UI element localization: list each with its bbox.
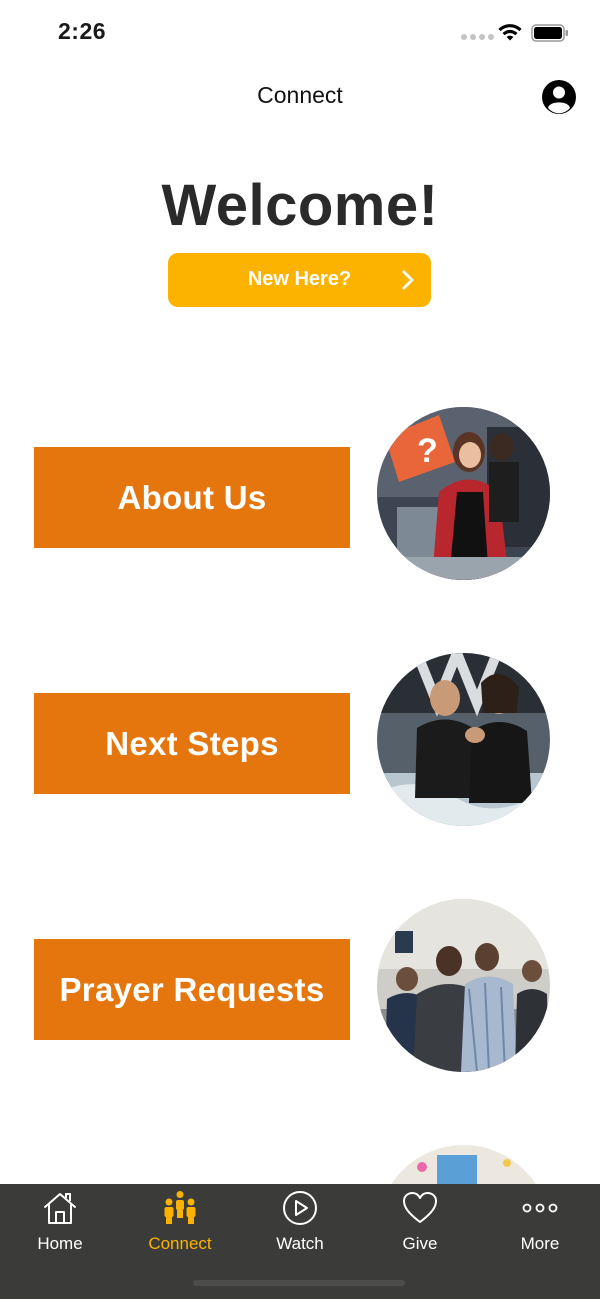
menu-label: About Us	[117, 478, 267, 516]
tab-label: Watch	[276, 1234, 324, 1253]
wifi-icon	[498, 24, 522, 41]
tab-label: Connect	[148, 1234, 212, 1253]
about-us-button[interactable]: About Us	[34, 447, 350, 548]
status-time: 2:26	[58, 18, 107, 44]
more-dots-icon	[522, 1203, 558, 1213]
new-here-button[interactable]: New Here?	[168, 253, 431, 307]
about-us-photo[interactable]: ?	[377, 407, 550, 580]
heart-icon	[403, 1192, 437, 1223]
nav-header: Connect	[0, 66, 600, 128]
home-indicator[interactable]	[193, 1280, 405, 1286]
people-icon	[164, 1191, 196, 1224]
new-here-label: New Here?	[247, 268, 352, 290]
chevron-right-icon	[402, 270, 414, 290]
tab-more[interactable]: More	[480, 1184, 600, 1264]
welcome-title: Welcome!	[161, 173, 439, 238]
menu-label: Next Steps	[105, 724, 279, 762]
tab-label: More	[520, 1234, 560, 1253]
battery-icon	[531, 24, 568, 42]
status-bar: 2:26	[0, 0, 600, 66]
svg-text:?: ?	[417, 432, 438, 470]
tab-watch[interactable]: Watch	[240, 1184, 360, 1264]
prayer-requests-photo[interactable]	[377, 899, 550, 1072]
menu-label: Prayer Requests	[59, 970, 325, 1008]
tab-label: Give	[402, 1234, 438, 1253]
menu-row-prayer-requests: Prayer Requests	[0, 898, 600, 1073]
next-steps-photo[interactable]	[377, 653, 550, 826]
menu-row-about-us: About Us ?	[0, 406, 600, 581]
tab-give[interactable]: Give	[360, 1184, 480, 1264]
next-steps-button[interactable]: Next Steps	[34, 693, 350, 794]
tab-label: Home	[37, 1234, 83, 1253]
tab-connect[interactable]: Connect	[120, 1184, 240, 1264]
menu-row-next-steps: Next Steps	[0, 652, 600, 827]
tab-home[interactable]: Home	[0, 1184, 120, 1264]
prayer-requests-button[interactable]: Prayer Requests	[34, 939, 350, 1040]
play-circle-icon	[283, 1191, 317, 1225]
signal-icon	[461, 34, 494, 40]
page-title: Connect	[257, 82, 343, 108]
profile-icon[interactable]	[541, 79, 577, 115]
home-icon	[44, 1193, 76, 1224]
